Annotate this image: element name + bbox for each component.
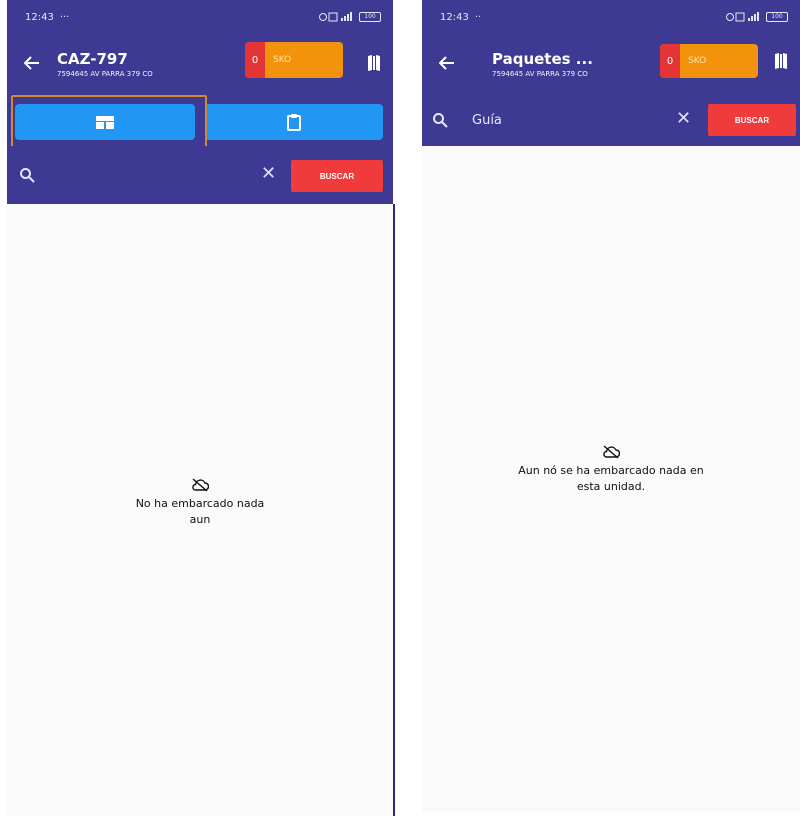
- cloud-off-icon: [192, 478, 209, 492]
- back-button[interactable]: [7, 53, 57, 75]
- empty-state: Aun nó se ha embarcado nada en esta unid…: [422, 445, 800, 495]
- counter-badge[interactable]: 0 SKO: [660, 44, 758, 78]
- search-bar: ✕ BUSCAR: [7, 146, 393, 204]
- search-icon: [20, 168, 35, 183]
- counter-badge[interactable]: 0 SKO: [245, 42, 343, 78]
- app-bar: Paquetes ... 7594645 AV PARRA 379 CO 0 S…: [422, 34, 800, 94]
- status-bar: 12:43 ·· 100: [422, 0, 800, 34]
- status-extra: ··: [474, 11, 482, 23]
- divider-line: [393, 204, 395, 816]
- status-time: 12:43: [25, 11, 54, 23]
- map-icon[interactable]: [367, 54, 381, 72]
- search-input[interactable]: [53, 167, 233, 183]
- phone-screen-right: 12:43 ·· 100 Paquetes ... 7594645 AV PAR…: [422, 0, 800, 812]
- search-input[interactable]: [472, 112, 652, 128]
- search-icon: [433, 113, 448, 128]
- back-button[interactable]: [422, 53, 472, 75]
- status-time: 12:43: [440, 11, 469, 23]
- status-bar: 12:43 ··· 100: [7, 0, 393, 34]
- view-tabs: [7, 94, 393, 155]
- clear-icon[interactable]: ✕: [676, 110, 691, 128]
- search-button[interactable]: BUSCAR: [708, 104, 796, 136]
- signal-icon: [726, 12, 759, 22]
- empty-message: No ha embarcado nada aun: [135, 497, 265, 526]
- counter-label: SKO: [688, 56, 707, 66]
- battery-icon: 100: [359, 12, 381, 22]
- phone-screen-left: 12:43 ··· 100 CAZ-797 7594645 AV PARRA 3…: [7, 0, 393, 816]
- status-extra: ···: [59, 11, 70, 23]
- empty-message: Aun nó se ha embarcado nada en esta unid…: [518, 464, 704, 493]
- map-icon[interactable]: [774, 52, 788, 70]
- search-button[interactable]: BUSCAR: [291, 160, 383, 192]
- counter-count: 0: [245, 42, 265, 78]
- app-bar: CAZ-797 7594645 AV PARRA 379 CO 0 SKO: [7, 34, 393, 94]
- clipboard-icon: [287, 113, 301, 131]
- empty-state: No ha embarcado nada aun: [7, 478, 393, 528]
- counter-count: 0: [660, 44, 680, 78]
- tab-clipboard[interactable]: [205, 104, 383, 140]
- battery-icon: 100: [766, 12, 788, 22]
- clear-icon[interactable]: ✕: [261, 165, 276, 183]
- signal-icon: [319, 12, 352, 22]
- counter-label: SKO: [273, 55, 292, 65]
- back-arrow-icon: [23, 56, 39, 70]
- search-bar: ✕ BUSCAR: [422, 94, 800, 146]
- cloud-off-icon: [603, 445, 620, 459]
- back-arrow-icon: [438, 56, 454, 70]
